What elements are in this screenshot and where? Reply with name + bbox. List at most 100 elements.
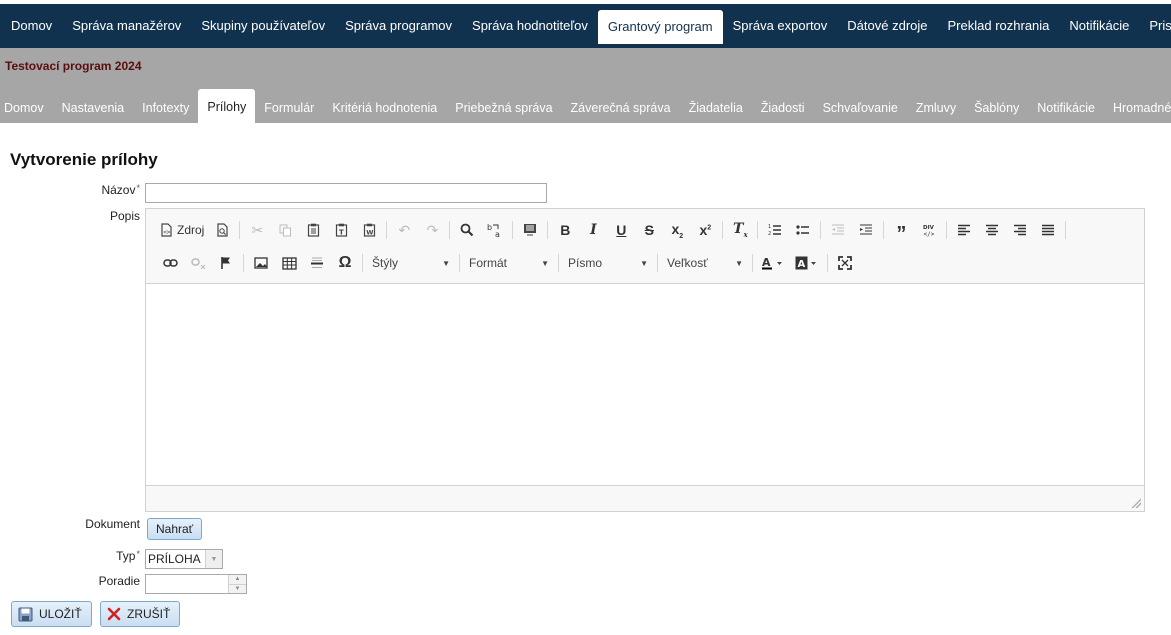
redo-button[interactable]: ↷ — [418, 218, 446, 242]
text-color-icon: A — [762, 256, 782, 270]
format-dropdown[interactable]: Formát ▼ — [463, 252, 555, 274]
stepper-up-icon[interactable]: ▲ — [229, 575, 246, 585]
top-nav-sprava-manazerov[interactable]: Správa manažérov — [62, 8, 191, 44]
top-nav-sprava-exportov[interactable]: Správa exportov — [723, 8, 838, 44]
tab-zmluvy[interactable]: Zmluvy — [907, 91, 965, 123]
bulleted-list-icon — [796, 225, 810, 235]
typ-select[interactable]: PRÍLOHA ▼ — [145, 549, 223, 569]
quote-icon: ” — [896, 223, 907, 245]
background-color-button[interactable]: A — [790, 251, 824, 275]
align-justify-button[interactable] — [1034, 218, 1062, 242]
save-button[interactable]: ULOŽIŤ — [11, 601, 92, 627]
editor-content-area[interactable] — [146, 284, 1144, 484]
tab-notifikacie[interactable]: Notifikácie — [1028, 91, 1104, 123]
poradie-label: Poradie — [98, 574, 140, 588]
font-dropdown[interactable]: Písmo ▼ — [562, 252, 654, 274]
tab-ziadosti[interactable]: Žiadosti — [752, 91, 814, 123]
cut-button[interactable]: ✂ — [243, 218, 271, 242]
chevron-down-icon[interactable]: ▼ — [205, 550, 222, 568]
stepper-down-icon[interactable]: ▼ — [229, 584, 246, 593]
image-button[interactable] — [247, 251, 275, 275]
tab-domov[interactable]: Domov — [0, 91, 53, 123]
program-header: Testovací program 2024 — [0, 48, 1171, 86]
undo-button[interactable]: ↶ — [390, 218, 418, 242]
paste-button[interactable] — [299, 218, 327, 242]
tab-nastavenia[interactable]: Nastavenia — [53, 91, 134, 123]
strike-button[interactable]: S — [635, 218, 663, 242]
editor-toolbar: <> Zdroj ✂ T W ↶ ↷ b a B I U S x2 x2 Tx … — [146, 209, 1144, 284]
blockquote-button[interactable]: ” — [887, 218, 915, 245]
paste-text-icon: T — [335, 223, 347, 237]
create-div-button[interactable]: DIV </> — [915, 218, 943, 242]
svg-text:a: a — [495, 230, 500, 238]
source-button[interactable]: <> Zdroj — [156, 218, 208, 242]
toolbar-separator — [547, 221, 549, 239]
styles-dropdown[interactable]: Štýly ▼ — [366, 252, 456, 274]
top-nav-domov[interactable]: Domov — [1, 8, 62, 44]
redo-icon: ↷ — [426, 221, 439, 238]
table-button[interactable] — [275, 251, 303, 275]
subscript-button[interactable]: x2 — [663, 218, 691, 242]
top-nav-sprava-programov[interactable]: Správa programov — [335, 8, 462, 44]
tab-kriteria-hodnotenia[interactable]: Kritériá hodnotenia — [323, 91, 446, 123]
tab-infotexty[interactable]: Infotexty — [133, 91, 198, 123]
toolbar-separator — [946, 221, 948, 239]
top-nav-notifikacie[interactable]: Notifikácie — [1059, 8, 1139, 44]
tab-priebezna-sprava[interactable]: Priebežná správa — [446, 91, 561, 123]
svg-text:1: 1 — [768, 224, 771, 230]
numbered-list-button[interactable]: 12 — [761, 218, 789, 242]
tab-formular[interactable]: Formulár — [255, 91, 323, 123]
remove-format-button[interactable]: Tx — [726, 218, 754, 242]
tab-zaverecna-sprava[interactable]: Záverečná správa — [562, 91, 680, 123]
tab-sablony[interactable]: Šablóny — [965, 91, 1028, 123]
superscript-button[interactable]: x2 — [691, 218, 719, 242]
outdent-button[interactable] — [824, 218, 852, 242]
align-right-button[interactable] — [1006, 218, 1034, 242]
svg-text:<>: <> — [163, 229, 171, 236]
tab-prilohy[interactable]: Prílohy — [198, 89, 256, 123]
top-nav-sprava-hodnotitelov[interactable]: Správa hodnotiteľov — [462, 8, 598, 44]
bulleted-list-button[interactable] — [789, 218, 817, 242]
align-left-button[interactable] — [950, 218, 978, 242]
source-button-label: Zdroj — [177, 223, 205, 237]
tab-hromadne-notifikacie[interactable]: Hromadné notifikácie — [1104, 91, 1171, 123]
link-button[interactable] — [156, 251, 184, 275]
indent-button[interactable] — [852, 218, 880, 242]
underline-button[interactable]: U — [607, 218, 635, 242]
copy-button[interactable] — [271, 218, 299, 242]
nazov-input[interactable] — [145, 183, 547, 203]
anchor-button[interactable] — [212, 251, 240, 275]
tab-ziadatelia[interactable]: Žiadatelia — [680, 91, 752, 123]
text-color-button[interactable]: A — [756, 251, 790, 275]
paste-text-button[interactable]: T — [327, 218, 355, 242]
italic-button[interactable]: I — [579, 218, 607, 242]
indent-icon — [860, 224, 873, 235]
tab-schvalovanie[interactable]: Schvaľovanie — [814, 91, 907, 123]
size-dropdown[interactable]: Veľkosť ▼ — [661, 252, 749, 274]
align-center-button[interactable] — [978, 218, 1006, 242]
cut-icon: ✂ — [251, 221, 264, 238]
select-all-button[interactable] — [516, 218, 544, 242]
bold-icon: B — [560, 222, 571, 238]
maximize-button[interactable] — [831, 251, 859, 275]
preview-button[interactable] — [208, 218, 236, 242]
toolbar-separator — [657, 254, 658, 272]
find-button[interactable] — [453, 218, 481, 242]
poradie-stepper[interactable]: ▲ ▼ — [145, 574, 247, 594]
paste-word-button[interactable]: W — [355, 218, 383, 242]
upload-button[interactable]: Nahrať — [147, 518, 203, 540]
top-nav-grantovy-program[interactable]: Grantový program — [597, 10, 723, 44]
resize-handle-icon[interactable] — [1131, 498, 1141, 508]
special-char-button[interactable]: Ω — [331, 251, 359, 275]
cancel-button[interactable]: ZRUŠIŤ — [100, 601, 181, 627]
horizontal-line-button[interactable] — [303, 251, 331, 275]
replace-button[interactable]: ba — [481, 218, 509, 242]
poradie-value[interactable] — [146, 575, 228, 593]
top-nav-preklad-rozhrania[interactable]: Preklad rozhrania — [938, 8, 1060, 44]
bold-button[interactable]: B — [551, 218, 579, 242]
top-nav-prisposobene-texty[interactable]: Prispôsobené texty — [1139, 8, 1171, 44]
top-nav-datove-zdroje[interactable]: Dátové zdroje — [837, 8, 937, 44]
unlink-button[interactable] — [184, 251, 212, 275]
top-nav-skupiny-pouzivatelov[interactable]: Skupiny používateľov — [191, 8, 335, 44]
toolbar-separator — [243, 254, 244, 272]
